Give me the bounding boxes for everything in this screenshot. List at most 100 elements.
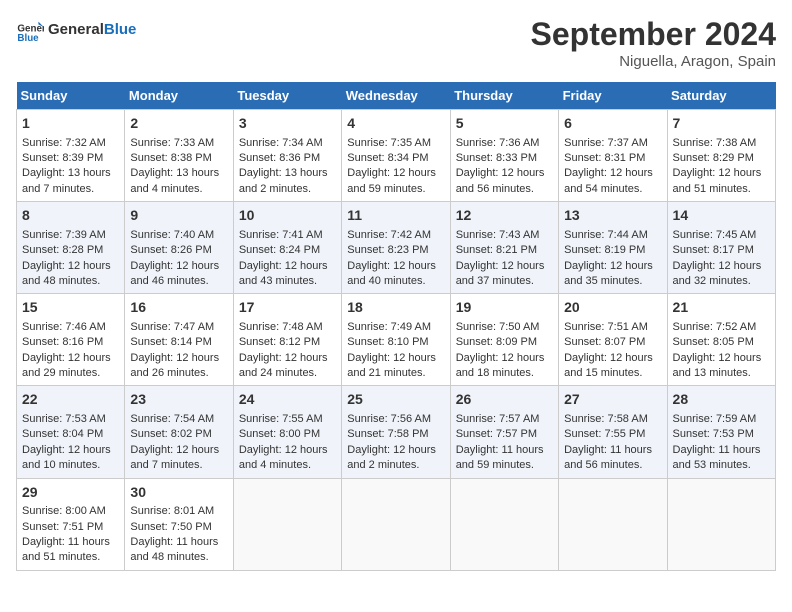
sunset-text: Sunset: 7:57 PM [456,427,553,442]
calendar-cell: 29Sunrise: 8:00 AMSunset: 7:51 PMDayligh… [17,478,125,570]
daylight-text: Daylight: 12 hours and 7 minutes. [130,443,227,474]
calendar-cell: 7Sunrise: 7:38 AMSunset: 8:29 PMDaylight… [667,110,775,202]
day-number: 13 [564,206,661,226]
daylight-text: Daylight: 12 hours and 18 minutes. [456,351,553,382]
title-block: September 2024 Niguella, Aragon, Spain [531,16,776,70]
calendar-cell: 3Sunrise: 7:34 AMSunset: 8:36 PMDaylight… [233,110,341,202]
sunrise-text: Sunrise: 7:33 AM [130,136,227,151]
calendar-cell [450,478,558,570]
day-number: 3 [239,114,336,134]
calendar-cell: 1 Sunrise: 7:32 AMSunset: 8:39 PMDaylight… [17,110,125,202]
calendar-body: 1Sunrise: 7:32 AMSunset: 8:39 PMDaylight… [17,110,776,571]
sunset-text: Sunset: 7:58 PM [347,427,444,442]
day-number: 2 [130,114,227,134]
calendar-cell: 12Sunrise: 7:43 AMSunset: 8:21 PMDayligh… [450,202,558,294]
header-saturday: Saturday [667,82,775,110]
calendar-cell: 11Sunrise: 7:42 AMSunset: 8:23 PMDayligh… [342,202,450,294]
sunrise-text: Sunrise: 7:43 AM [456,228,553,243]
sunset-text: Sunset: 8:38 PM [130,151,227,166]
daylight-text: Daylight: 12 hours and 35 minutes. [564,259,661,290]
sunset-text: Sunset: 8:24 PM [239,243,336,258]
sunrise-text: Sunrise: 7:32 AM [22,136,119,151]
calendar-cell: 6Sunrise: 7:37 AMSunset: 8:31 PMDaylight… [559,110,667,202]
header-thursday: Thursday [450,82,558,110]
day-number: 22 [22,390,119,410]
calendar-cell: 9Sunrise: 7:40 AMSunset: 8:26 PMDaylight… [125,202,233,294]
sunset-text: Sunset: 8:19 PM [564,243,661,258]
day-number: 7 [673,114,770,134]
day-number: 6 [564,114,661,134]
sunset-text: Sunset: 8:26 PM [130,243,227,258]
daylight-text: Daylight: 11 hours and 51 minutes. [22,535,119,566]
sunset-text: Sunset: 8:16 PM [22,335,119,350]
header-wednesday: Wednesday [342,82,450,110]
sunrise-text: Sunrise: 7:34 AM [239,136,336,151]
day-number: 16 [130,298,227,318]
sunrise-text: Sunrise: 7:40 AM [130,228,227,243]
calendar-cell: 14Sunrise: 7:45 AMSunset: 8:17 PMDayligh… [667,202,775,294]
daylight-text: Daylight: 12 hours and 15 minutes. [564,351,661,382]
day-number: 19 [456,298,553,318]
day-number: 1 [22,114,119,134]
daylight-text: Daylight: 11 hours and 59 minutes. [456,443,553,474]
logo: General Blue General Blue [16,16,136,44]
calendar-cell: 13Sunrise: 7:44 AMSunset: 8:19 PMDayligh… [559,202,667,294]
sunrise-text: Sunrise: 7:42 AM [347,228,444,243]
sunrise-text: Sunrise: 7:50 AM [456,320,553,335]
sunrise-text: Sunrise: 8:00 AM [22,504,119,519]
page-header: General Blue General Blue September 2024 … [16,16,776,70]
calendar-cell: 24Sunrise: 7:55 AMSunset: 8:00 PMDayligh… [233,386,341,478]
week-row-4: 22Sunrise: 7:53 AMSunset: 8:04 PMDayligh… [17,386,776,478]
sunset-text: Sunset: 8:12 PM [239,335,336,350]
month-title: September 2024 [531,16,776,53]
calendar-cell: 20Sunrise: 7:51 AMSunset: 8:07 PMDayligh… [559,294,667,386]
daylight-text: Daylight: 12 hours and 21 minutes. [347,351,444,382]
sunrise-text: Sunrise: 7:48 AM [239,320,336,335]
calendar-table: SundayMondayTuesdayWednesdayThursdayFrid… [16,82,776,571]
logo-general: General [48,21,104,38]
sunrise-text: Sunrise: 7:58 AM [564,412,661,427]
calendar-header: SundayMondayTuesdayWednesdayThursdayFrid… [17,82,776,110]
day-number: 27 [564,390,661,410]
daylight-text: Daylight: 12 hours and 10 minutes. [22,443,119,474]
sunrise-text: Sunrise: 7:57 AM [456,412,553,427]
location: Niguella, Aragon, Spain [531,53,776,70]
sunset-text: Sunset: 8:34 PM [347,151,444,166]
day-number: 18 [347,298,444,318]
svg-text:Blue: Blue [17,33,39,44]
daylight-text: Daylight: 12 hours and 48 minutes. [22,259,119,290]
sunset-text: Sunset: 8:00 PM [239,427,336,442]
calendar-cell [233,478,341,570]
day-number: 28 [673,390,770,410]
daylight-text: Daylight: 11 hours and 56 minutes. [564,443,661,474]
daylight-text: Daylight: 12 hours and 40 minutes. [347,259,444,290]
sunset-text: Sunset: 7:51 PM [22,520,119,535]
daylight-text: Daylight: 13 hours and 4 minutes. [130,166,227,197]
sunset-text: Sunset: 8:17 PM [673,243,770,258]
week-row-5: 29Sunrise: 8:00 AMSunset: 7:51 PMDayligh… [17,478,776,570]
header-friday: Friday [559,82,667,110]
sunrise-text: Sunrise: 7:47 AM [130,320,227,335]
header-monday: Monday [125,82,233,110]
sunset-text: Sunset: 8:39 PM [22,151,119,166]
logo-icon: General Blue [16,16,44,44]
daylight-text: Daylight: 12 hours and 59 minutes. [347,166,444,197]
sunrise-text: Sunrise: 7:54 AM [130,412,227,427]
week-row-3: 15Sunrise: 7:46 AMSunset: 8:16 PMDayligh… [17,294,776,386]
day-number: 21 [673,298,770,318]
daylight-text: Daylight: 13 hours and 2 minutes. [239,166,336,197]
day-number: 15 [22,298,119,318]
daylight-text: Daylight: 13 hours and 7 minutes. [22,166,119,197]
day-number: 9 [130,206,227,226]
calendar-cell: 25Sunrise: 7:56 AMSunset: 7:58 PMDayligh… [342,386,450,478]
sunset-text: Sunset: 7:53 PM [673,427,770,442]
calendar-cell: 16Sunrise: 7:47 AMSunset: 8:14 PMDayligh… [125,294,233,386]
sunrise-text: Sunrise: 7:37 AM [564,136,661,151]
calendar-cell: 26Sunrise: 7:57 AMSunset: 7:57 PMDayligh… [450,386,558,478]
daylight-text: Daylight: 12 hours and 37 minutes. [456,259,553,290]
calendar-cell [667,478,775,570]
day-number: 5 [456,114,553,134]
sunset-text: Sunset: 8:09 PM [456,335,553,350]
day-number: 12 [456,206,553,226]
calendar-cell: 28Sunrise: 7:59 AMSunset: 7:53 PMDayligh… [667,386,775,478]
